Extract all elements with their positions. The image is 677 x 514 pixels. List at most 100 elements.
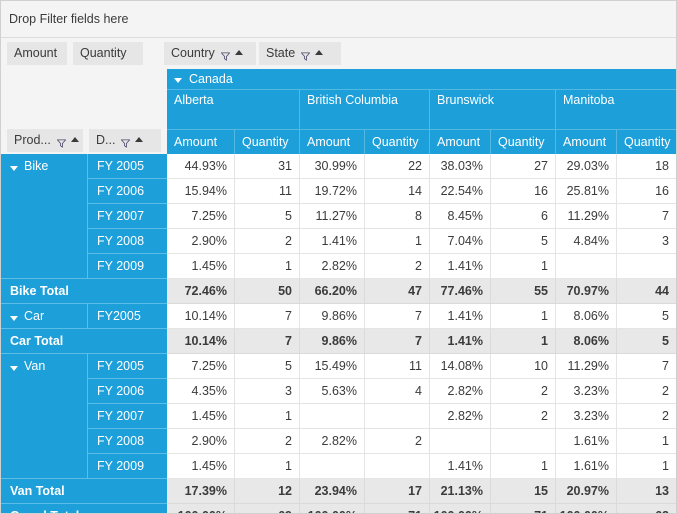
table-cell[interactable]: 1.41% bbox=[430, 454, 491, 478]
table-cell[interactable]: 7.25% bbox=[167, 354, 235, 378]
column-header-measure[interactable]: Quantity bbox=[617, 129, 677, 154]
table-cell[interactable]: 16 bbox=[491, 179, 556, 203]
table-cell[interactable]: 5.63% bbox=[300, 379, 365, 403]
table-cell[interactable]: 2.82% bbox=[430, 379, 491, 403]
table-cell[interactable]: 19.72% bbox=[300, 179, 365, 203]
column-header-measure[interactable]: Quantity bbox=[491, 129, 556, 154]
row-header-group[interactable]: Car bbox=[1, 304, 87, 329]
row-header-year[interactable]: FY 2007 bbox=[87, 404, 167, 429]
row-header-year[interactable]: FY 2005 bbox=[87, 354, 167, 379]
table-cell[interactable]: 5 bbox=[235, 354, 300, 378]
table-cell[interactable]: 44.93% bbox=[167, 154, 235, 178]
table-cell[interactable]: 44 bbox=[617, 279, 677, 303]
table-cell[interactable]: 9.86% bbox=[300, 304, 365, 328]
table-cell[interactable]: 1 bbox=[491, 254, 556, 278]
table-cell[interactable]: 2.82% bbox=[300, 429, 365, 453]
column-header-measure[interactable]: Amount bbox=[556, 129, 617, 154]
table-cell[interactable]: 71 bbox=[365, 504, 430, 514]
row-header-year[interactable]: FY 2008 bbox=[87, 229, 167, 254]
filter-drop-area[interactable]: Drop Filter fields here bbox=[1, 1, 677, 38]
table-cell[interactable]: 2 bbox=[235, 429, 300, 453]
column-header-state[interactable]: Brunswick bbox=[430, 90, 556, 129]
table-cell[interactable]: 2.82% bbox=[430, 404, 491, 428]
table-cell[interactable]: 16 bbox=[617, 179, 677, 203]
row-header-year[interactable]: FY 2009 bbox=[87, 454, 167, 479]
table-cell[interactable]: 9.86% bbox=[300, 329, 365, 353]
table-cell[interactable]: 13 bbox=[617, 479, 677, 503]
table-cell[interactable]: 1.45% bbox=[167, 454, 235, 478]
table-cell[interactable]: 1 bbox=[491, 329, 556, 353]
table-cell[interactable]: 69 bbox=[235, 504, 300, 514]
table-cell[interactable]: 7.25% bbox=[167, 204, 235, 228]
table-cell[interactable]: 5 bbox=[617, 329, 677, 353]
table-cell[interactable]: 7 bbox=[235, 329, 300, 353]
table-cell[interactable]: 8.06% bbox=[556, 304, 617, 328]
table-cell[interactable]: 14 bbox=[365, 179, 430, 203]
table-cell[interactable]: 11 bbox=[235, 179, 300, 203]
table-cell[interactable]: 1.45% bbox=[167, 404, 235, 428]
filter-funnel-icon[interactable] bbox=[301, 50, 310, 59]
filter-funnel-icon[interactable] bbox=[221, 50, 230, 59]
table-cell[interactable]: 2.90% bbox=[167, 429, 235, 453]
table-cell[interactable] bbox=[300, 404, 365, 428]
table-cell[interactable]: 8.45% bbox=[430, 204, 491, 228]
table-cell[interactable]: 1.61% bbox=[556, 429, 617, 453]
table-cell[interactable]: 11.29% bbox=[556, 354, 617, 378]
table-cell[interactable]: 100.00% bbox=[167, 504, 235, 514]
table-cell[interactable]: 66.20% bbox=[300, 279, 365, 303]
table-cell[interactable]: 1 bbox=[365, 229, 430, 253]
column-header-state[interactable]: British Columbia bbox=[300, 90, 430, 129]
table-cell[interactable]: 3 bbox=[235, 379, 300, 403]
table-cell[interactable]: 2.82% bbox=[300, 254, 365, 278]
row-header-year[interactable]: FY 2008 bbox=[87, 429, 167, 454]
table-cell[interactable] bbox=[365, 454, 430, 478]
table-cell[interactable]: 11.29% bbox=[556, 204, 617, 228]
table-cell[interactable]: 50 bbox=[235, 279, 300, 303]
table-cell[interactable]: 11.27% bbox=[300, 204, 365, 228]
table-cell[interactable]: 72.46% bbox=[167, 279, 235, 303]
table-cell[interactable]: 100.00% bbox=[430, 504, 491, 514]
table-cell[interactable]: 100.00% bbox=[556, 504, 617, 514]
table-cell[interactable]: 21.13% bbox=[430, 479, 491, 503]
table-cell[interactable]: 15.94% bbox=[167, 179, 235, 203]
table-cell[interactable]: 7 bbox=[617, 204, 677, 228]
table-cell[interactable]: 38.03% bbox=[430, 154, 491, 178]
row-header-group[interactable]: Bike bbox=[1, 154, 87, 279]
table-cell[interactable] bbox=[556, 254, 617, 278]
row-header-group[interactable]: Van bbox=[1, 354, 87, 479]
chevron-down-icon[interactable] bbox=[174, 78, 182, 83]
column-field-button-state[interactable]: State bbox=[259, 42, 341, 65]
table-cell[interactable]: 10.14% bbox=[167, 329, 235, 353]
table-cell[interactable]: 18 bbox=[617, 154, 677, 178]
table-cell[interactable]: 1 bbox=[235, 254, 300, 278]
chevron-down-icon[interactable] bbox=[10, 316, 18, 321]
table-cell[interactable]: 1.41% bbox=[430, 254, 491, 278]
table-cell[interactable]: 2 bbox=[491, 379, 556, 403]
table-cell[interactable]: 2 bbox=[365, 254, 430, 278]
column-header-country[interactable]: Canada bbox=[167, 69, 677, 90]
table-cell[interactable]: 15.49% bbox=[300, 354, 365, 378]
table-cell[interactable]: 7 bbox=[235, 304, 300, 328]
column-header-measure[interactable]: Amount bbox=[300, 129, 365, 154]
column-header-measure[interactable]: Amount bbox=[167, 129, 235, 154]
row-header-year[interactable]: FY 2007 bbox=[87, 204, 167, 229]
table-cell[interactable]: 5 bbox=[235, 204, 300, 228]
table-cell[interactable]: 47 bbox=[365, 279, 430, 303]
table-cell[interactable]: 71 bbox=[491, 504, 556, 514]
chevron-down-icon[interactable] bbox=[10, 366, 18, 371]
table-cell[interactable]: 8 bbox=[365, 204, 430, 228]
row-header-year[interactable]: FY 2009 bbox=[87, 254, 167, 279]
table-cell[interactable] bbox=[491, 429, 556, 453]
sort-ascending-icon[interactable] bbox=[135, 137, 143, 142]
table-cell[interactable]: 1 bbox=[617, 454, 677, 478]
table-cell[interactable]: 77.46% bbox=[430, 279, 491, 303]
table-cell[interactable]: 1.45% bbox=[167, 254, 235, 278]
table-cell[interactable]: 62 bbox=[617, 504, 677, 514]
sort-ascending-icon[interactable] bbox=[71, 137, 79, 142]
table-cell[interactable]: 11 bbox=[365, 354, 430, 378]
table-cell[interactable]: 1.41% bbox=[430, 304, 491, 328]
table-cell[interactable]: 1 bbox=[491, 304, 556, 328]
table-cell[interactable]: 15 bbox=[491, 479, 556, 503]
table-cell[interactable]: 5 bbox=[617, 304, 677, 328]
row-header-year[interactable]: FY 2005 bbox=[87, 154, 167, 179]
